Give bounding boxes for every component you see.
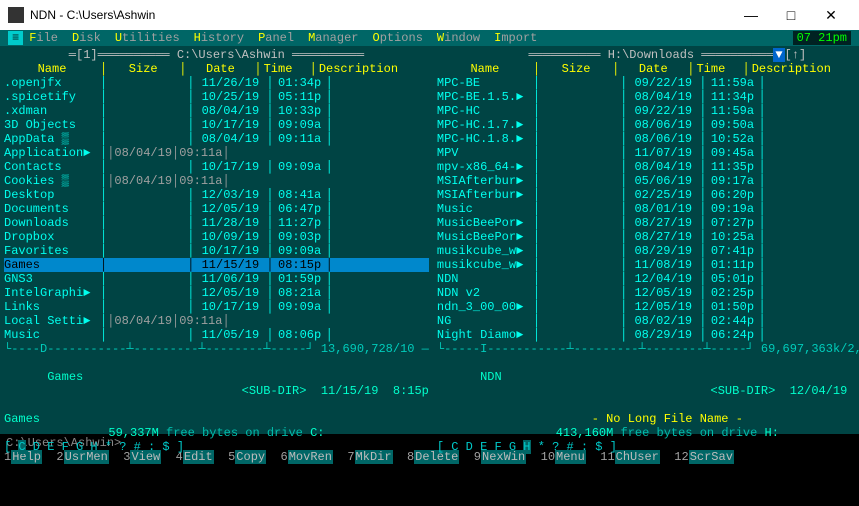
list-item[interactable]: MPC-BE││09/22/19│11:59a│ <box>437 76 859 90</box>
list-item[interactable]: 3D Objects││10/17/19│09:09a│ <box>4 118 429 132</box>
menu-isk[interactable]: Disk <box>72 31 101 45</box>
list-item[interactable]: mpv-x86_64-►││08/04/19│11:35p│ <box>437 160 859 174</box>
menu-bar: ≡ File Disk Utilities History Panel Manager Op… <box>0 30 859 46</box>
right-panel[interactable]: ══════════ H:\Downloads ══════════▼[↑] N… <box>433 46 859 434</box>
left-free-space: 59,337M free bytes on drive C: <box>4 426 429 440</box>
left-current-file: Games <SUB-DIR> 11/15/19 8:15p <box>4 356 429 412</box>
list-item[interactable]: Downloads││11/28/19│11:27p│ <box>4 216 429 230</box>
left-drive-bar[interactable]: [ C D E F G H * ? # : $ ] <box>4 440 429 454</box>
list-item[interactable]: .openjfx││11/26/19│01:34p│ <box>4 76 429 90</box>
menu-start[interactable]: ≡ <box>8 31 23 45</box>
right-column-headers: Name│ Size│ Date│ Time│ Description <box>437 62 859 76</box>
list-item[interactable]: GNS3││11/06/19│01:59p│ <box>4 272 429 286</box>
list-item[interactable]: MPV││11/07/19│09:45a│ <box>437 146 859 160</box>
menu-ptions[interactable]: Options <box>373 31 423 45</box>
left-file-list[interactable]: .openjfx││11/26/19│01:34p│.spicetify││10… <box>4 76 429 342</box>
menu-anel[interactable]: Panel <box>258 31 294 45</box>
minimize-button[interactable]: — <box>731 8 771 22</box>
list-item[interactable]: MSIAfterbur►││02/25/19│06:20p│ <box>437 188 859 202</box>
right-status-d: └-----I-----------┴---------┴--------┴--… <box>437 342 859 356</box>
list-item[interactable]: MPC-HC││09/22/19│11:59a│ <box>437 104 859 118</box>
menu-tilities[interactable]: Utilities <box>115 31 180 45</box>
window-titlebar: NDN - C:\Users\Ashwin — □ ✕ <box>0 0 859 30</box>
list-item[interactable]: MPC-HC.1.8.►││08/06/19│10:52a│ <box>437 132 859 146</box>
left-panel[interactable]: ═[1]══════════ C:\Users\Ashwin ═════════… <box>0 46 433 434</box>
list-item[interactable]: .xdman││08/04/19│10:33p│ <box>4 104 429 118</box>
list-item[interactable]: Links││10/17/19│09:09a│ <box>4 300 429 314</box>
list-item[interactable]: NG││08/02/19│02:44p│ <box>437 314 859 328</box>
panels: ═[1]══════════ C:\Users\Ashwin ═════════… <box>0 46 859 434</box>
right-drive-bar[interactable]: [ C D E F G H * ? # : $ ] <box>437 440 859 454</box>
left-status-d: └----D-----------┴---------┴--------┴---… <box>4 342 429 356</box>
menu-indow[interactable]: Window <box>437 31 480 45</box>
list-item[interactable]: Dropbox││10/09/19│09:03p│ <box>4 230 429 244</box>
list-item[interactable]: Cookies ▒││08/04/19│09:11a│ <box>4 174 429 188</box>
list-item[interactable]: Application►││08/04/19│09:11a│ <box>4 146 429 160</box>
list-item[interactable]: NDN││12/04/19│05:01p│ <box>437 272 859 286</box>
list-item[interactable]: MPC-HC.1.7.►││08/06/19│09:50a│ <box>437 118 859 132</box>
list-item[interactable]: musikcube_w►││08/29/19│07:41p│ <box>437 244 859 258</box>
right-file-list[interactable]: MPC-BE││09/22/19│11:59a│MPC-BE.1.5.►││08… <box>437 76 859 342</box>
list-item[interactable]: Favorites││10/17/19│09:09a│ <box>4 244 429 258</box>
left-long-name: Games <box>4 412 429 426</box>
window-title: NDN - C:\Users\Ashwin <box>30 8 155 22</box>
list-item[interactable]: Music││08/01/19│09:19a│ <box>437 202 859 216</box>
list-item[interactable]: .spicetify││10/25/19│05:11p│ <box>4 90 429 104</box>
menu-mport[interactable]: Import <box>494 31 537 45</box>
list-item[interactable]: Music││11/05/19│08:06p│ <box>4 328 429 342</box>
right-panel-title: ══════════ H:\Downloads ══════════▼[↑] <box>437 48 859 62</box>
list-item[interactable]: ndn_3_00_00►││12/05/19│01:50p│ <box>437 300 859 314</box>
list-item[interactable]: Games││11/15/19│08:15p│ <box>4 258 429 272</box>
maximize-button[interactable]: □ <box>771 8 811 22</box>
right-current-file: NDN <SUB-DIR> 12/04/19 5:01p <box>437 356 859 412</box>
left-panel-title: ═[1]══════════ C:\Users\Ashwin ═════════… <box>4 48 429 62</box>
list-item[interactable]: Local Setti►││08/04/19│09:11a│ <box>4 314 429 328</box>
menu-anager[interactable]: Manager <box>308 31 358 45</box>
list-item[interactable]: Contacts││10/17/19│09:09a│ <box>4 160 429 174</box>
list-item[interactable]: AppData ▒││08/04/19│09:11a│ <box>4 132 429 146</box>
list-item[interactable]: MusicBeePor►││08/27/19│07:27p│ <box>437 216 859 230</box>
list-item[interactable]: MusicBeePor►││08/27/19│10:25a│ <box>437 230 859 244</box>
list-item[interactable]: Documents││12/05/19│06:47p│ <box>4 202 429 216</box>
list-item[interactable]: IntelGraphi►││12/05/19│08:21a│ <box>4 286 429 300</box>
menu-ile[interactable]: File <box>29 31 58 45</box>
right-no-long-name: - No Long File Name - <box>437 412 859 426</box>
right-free-space: 413,160M free bytes on drive H: <box>437 426 859 440</box>
menu-istory[interactable]: History <box>194 31 244 45</box>
clock: 07 21pm <box>793 31 851 45</box>
list-item[interactable]: MSIAfterbur►││05/06/19│09:17a│ <box>437 174 859 188</box>
close-button[interactable]: ✕ <box>811 8 851 22</box>
left-column-headers: Name│ Size│ Date│ Time│ Description <box>4 62 429 76</box>
list-item[interactable]: NDN v2││12/05/19│02:25p│ <box>437 286 859 300</box>
list-item[interactable]: Desktop││12/03/19│08:41a│ <box>4 188 429 202</box>
list-item[interactable]: musikcube_w►││11/08/19│01:11p│ <box>437 258 859 272</box>
list-item[interactable]: Night Diamo►││08/29/19│06:24p│ <box>437 328 859 342</box>
list-item[interactable]: MPC-BE.1.5.►││08/04/19│11:34p│ <box>437 90 859 104</box>
app-icon <box>8 7 24 23</box>
